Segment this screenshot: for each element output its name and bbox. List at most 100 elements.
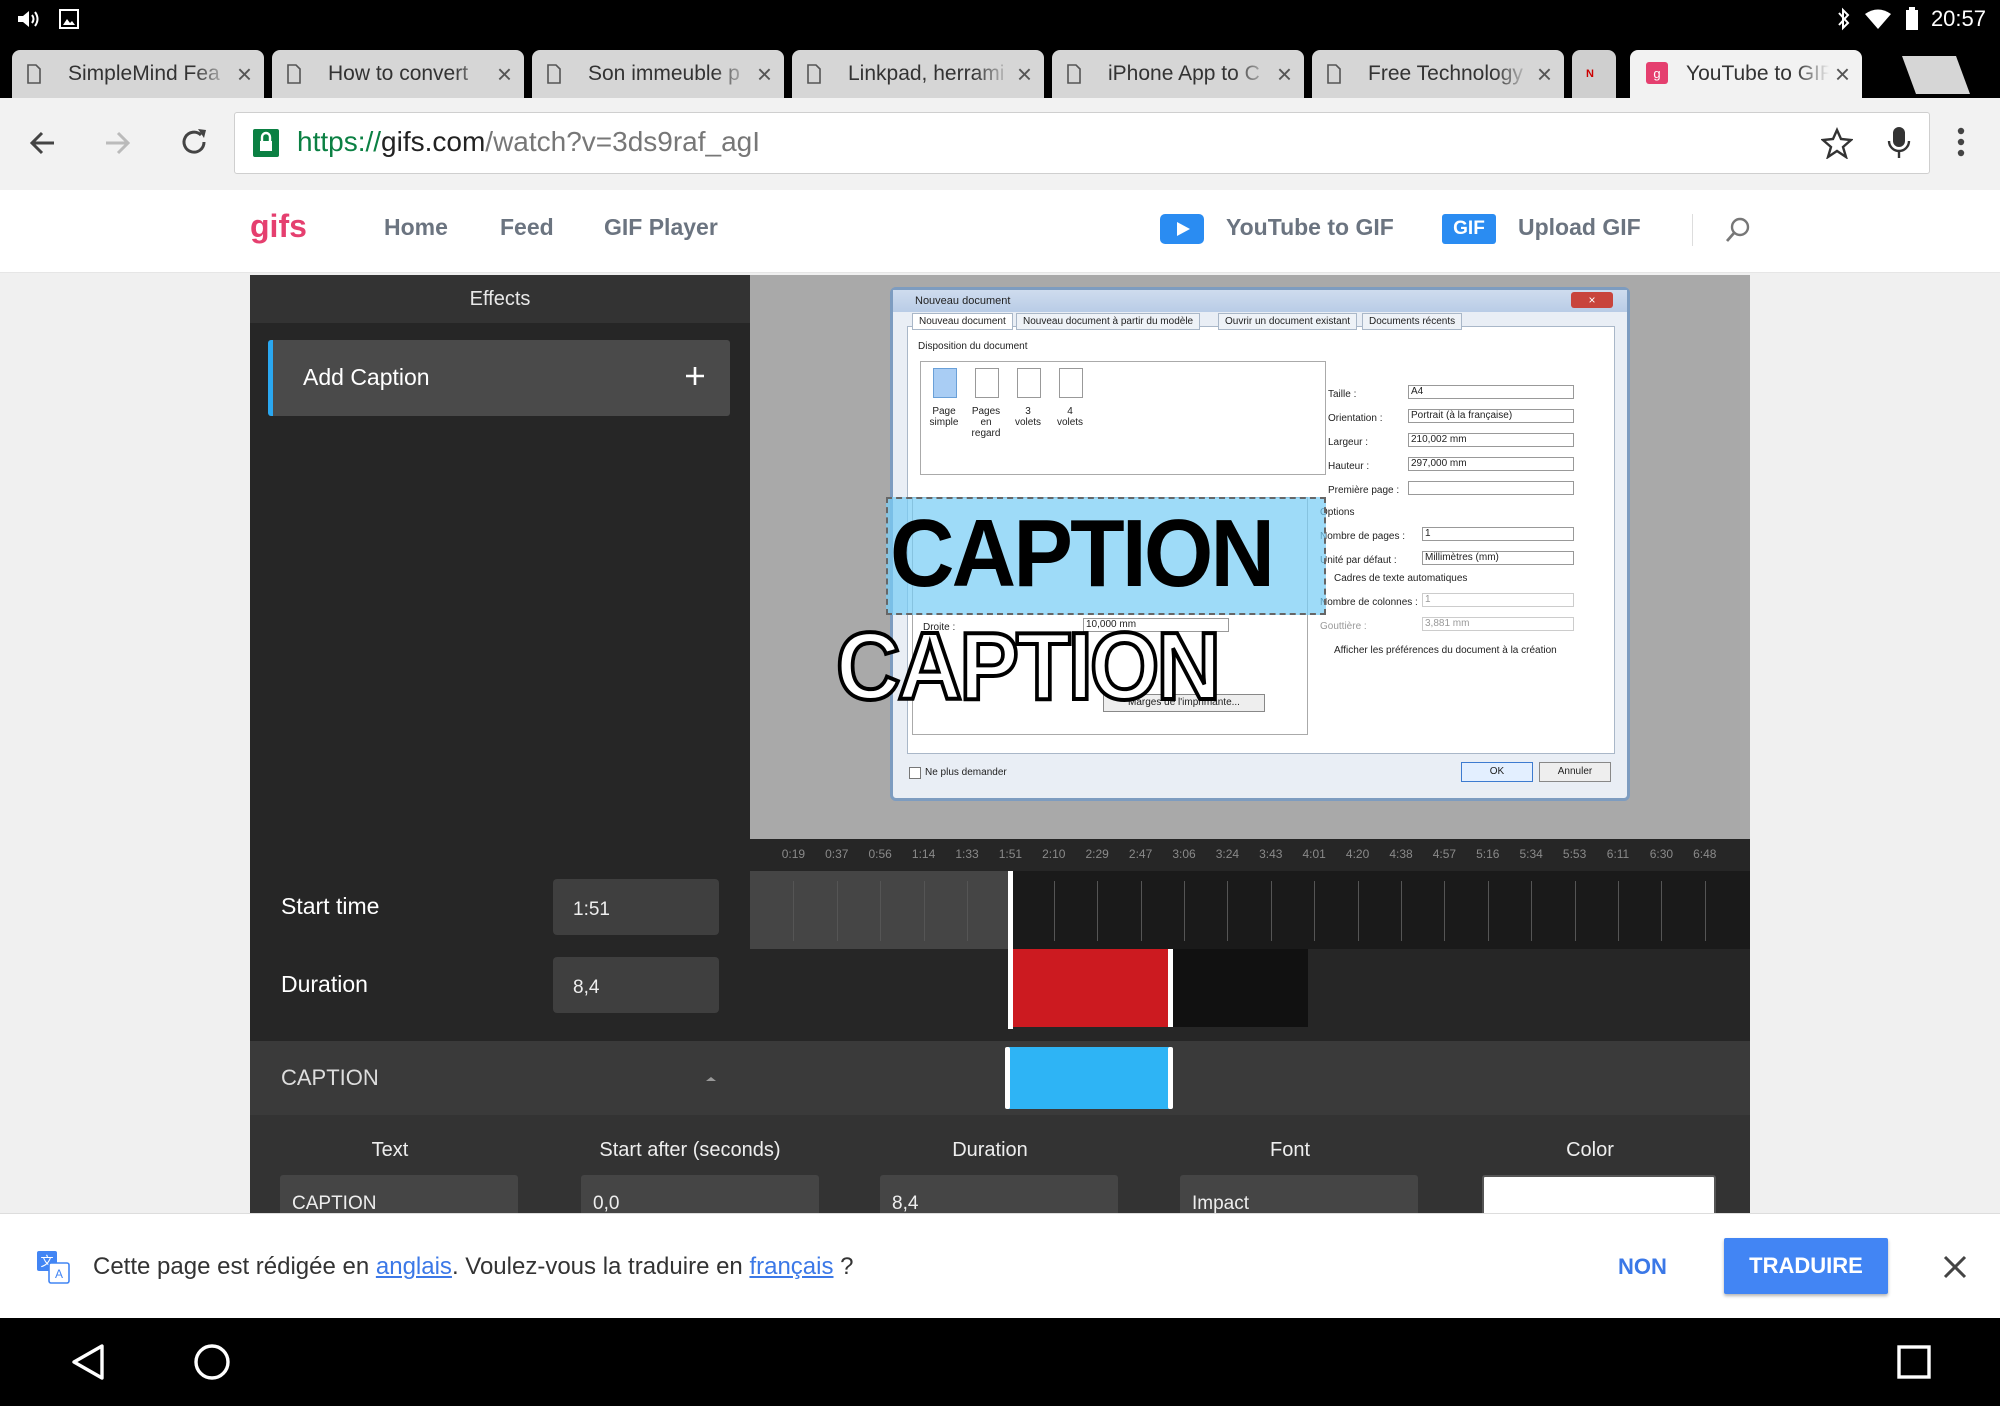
effects-title: Effects (250, 275, 750, 323)
start-time-label: Start time (281, 893, 380, 919)
dialog-tab: Nouveau document à partir du modèle (1016, 313, 1201, 330)
svg-text:g: g (1653, 66, 1660, 81)
add-caption-button[interactable]: Add Caption (268, 340, 730, 416)
ruler-tick-label: 2:29 (1085, 847, 1109, 861)
clip-end-handle[interactable] (1168, 949, 1173, 1027)
ruler-tick-label: 3:24 (1215, 847, 1240, 861)
caption-properties: Text CAPTION Start after (seconds) 0,0 D… (250, 1115, 1750, 1225)
playhead[interactable] (1008, 871, 1013, 1029)
nav-home-icon[interactable] (192, 1342, 232, 1387)
ruler-tick-label: 6:11 (1606, 847, 1630, 861)
translate-text-before: Cette page est rédigée en (93, 1253, 376, 1280)
ruler-tick-mark (1314, 881, 1316, 941)
dialog-option-label: Cadres de texte automatiques (1334, 573, 1468, 584)
text-prop-label: Text (371, 1139, 409, 1161)
dialog-tab: Nouveau document (912, 313, 1013, 330)
start-time-input[interactable]: 1:51 (553, 879, 719, 935)
gifs-logo[interactable]: gifs (250, 208, 307, 245)
nav-gif-player[interactable]: GIF Player (604, 214, 718, 241)
status-bar: 20:57 (0, 0, 2000, 38)
forward-icon[interactable] (102, 128, 132, 163)
four-fold-icon (1059, 368, 1083, 398)
svg-text:A: A (55, 1267, 63, 1281)
dialog-option-label: Gouttière : (1320, 621, 1367, 632)
tab-simplemind[interactable]: SimpleMind Fea × (12, 50, 264, 98)
tab-strip: SimpleMind Fea × How to convert × Son im… (0, 38, 2000, 98)
ruler-tick-label: 4:20 (1345, 847, 1370, 861)
nav-feed[interactable]: Feed (500, 214, 554, 241)
lang-to-link[interactable]: français (749, 1253, 833, 1280)
ruler-tick-label: 5:34 (1519, 847, 1543, 861)
close-icon[interactable]: × (1277, 59, 1292, 90)
caption-section-header[interactable]: CAPTION (250, 1041, 1750, 1115)
search-icon[interactable] (1724, 216, 1752, 249)
tab-son-immeuble[interactable]: Son immeuble p × (532, 50, 784, 98)
tab-iphone-app[interactable]: iPhone App to C × (1052, 50, 1304, 98)
tab-youtube-to-gif[interactable]: g YouTube to GIF × (1630, 50, 1862, 98)
caption-end-handle[interactable] (1168, 1047, 1173, 1109)
ruler-tick-mark (1053, 881, 1055, 941)
tab-free-technology[interactable]: Free Technology × (1312, 50, 1564, 98)
lang-from-link[interactable]: anglais (376, 1253, 452, 1280)
nav-recents-icon[interactable] (1896, 1344, 1932, 1385)
caption-selected-text[interactable]: CAPTION (890, 495, 1275, 613)
close-icon[interactable]: × (1017, 59, 1032, 90)
ruler-tick-label: 1:51 (998, 847, 1023, 861)
caption-clip-blue[interactable] (1008, 1047, 1170, 1109)
ruler: 0:19 0:37 0:56 1:14 1:33 1:51 2:10 2:29 2:47 3:06… (750, 839, 1750, 871)
menu-dots-icon[interactable] (1956, 126, 1966, 163)
page-icon (286, 64, 302, 90)
tab-linkpad[interactable]: Linkpad, herrami × (792, 50, 1044, 98)
url-host: gifs.com (381, 126, 486, 157)
ruler-tick-mark (1574, 881, 1576, 941)
traduire-button[interactable]: TRADUIRE (1724, 1238, 1888, 1294)
close-icon[interactable] (1942, 1254, 1968, 1285)
non-button[interactable]: NON (1618, 1254, 1667, 1280)
caption-section-title: CAPTION (281, 1065, 379, 1090)
nav-home[interactable]: Home (384, 214, 448, 241)
dialog-field-label: Première page : (1328, 485, 1400, 496)
nav-back-icon[interactable] (70, 1342, 106, 1387)
ruler-tick-label: 1:14 (911, 847, 936, 861)
new-tab-button[interactable] (1896, 52, 1976, 98)
dialog-field-value: Portrait (à la française) (1408, 409, 1574, 423)
youtube-to-gif-link[interactable]: YouTube to GIF (1226, 214, 1394, 241)
translate-message: Cette page est rédigée en anglais. Voule… (93, 1253, 854, 1281)
caption-start-handle[interactable] (1005, 1047, 1010, 1109)
ruler-tick-label: 2:10 (1042, 847, 1066, 861)
reload-icon[interactable] (178, 126, 210, 163)
close-icon[interactable]: × (1835, 59, 1850, 90)
tab-pinned-site[interactable]: N (1572, 50, 1616, 98)
upload-gif-link[interactable]: Upload GIF (1518, 214, 1641, 241)
address-bar[interactable]: https://gifs.com/watch?v=3ds9raf_agI (234, 112, 1930, 174)
gif-badge-icon: GIF (1442, 214, 1496, 244)
back-icon[interactable] (28, 128, 58, 163)
bookmark-star-icon[interactable] (1820, 127, 1854, 164)
page-simple-icon (933, 368, 957, 398)
close-icon[interactable]: × (1537, 59, 1552, 90)
collapse-caret-icon[interactable] (705, 1071, 717, 1089)
page-icon (1066, 64, 1082, 90)
layout-option: 4 volets (1056, 406, 1084, 428)
tab-how-to-convert[interactable]: How to convert × (272, 50, 524, 98)
close-icon[interactable]: × (497, 59, 512, 90)
ruler-tick-label: 5:16 (1476, 847, 1500, 861)
wifi-icon (1864, 8, 1892, 35)
microphone-icon[interactable] (1887, 125, 1911, 166)
close-icon[interactable]: × (757, 59, 772, 90)
tab-label: iPhone App to C (1108, 62, 1260, 85)
ruler-tick-mark (1184, 881, 1185, 941)
dialog-field-label: Largeur : (1328, 437, 1369, 448)
clip-range-red[interactable] (1010, 949, 1170, 1027)
ruler-tick-mark (793, 881, 795, 941)
dialog-option-value: 3,881 mm (1422, 617, 1574, 631)
gif-preview[interactable]: Nouveau document × Nouveau document Nouv… (750, 275, 1750, 839)
caption-outline-text[interactable]: CAPTION (834, 607, 1223, 727)
ruler-tick-label: 0:37 (825, 847, 849, 861)
gifs-favicon-icon: g (1646, 62, 1668, 90)
duration-input[interactable]: 8,4 (553, 957, 719, 1013)
ruler-tick-mark (1487, 881, 1489, 941)
layout-option: 3 volets (1014, 406, 1042, 428)
close-icon[interactable]: × (237, 59, 252, 90)
dialog-field-label: Taille : (1328, 389, 1357, 400)
